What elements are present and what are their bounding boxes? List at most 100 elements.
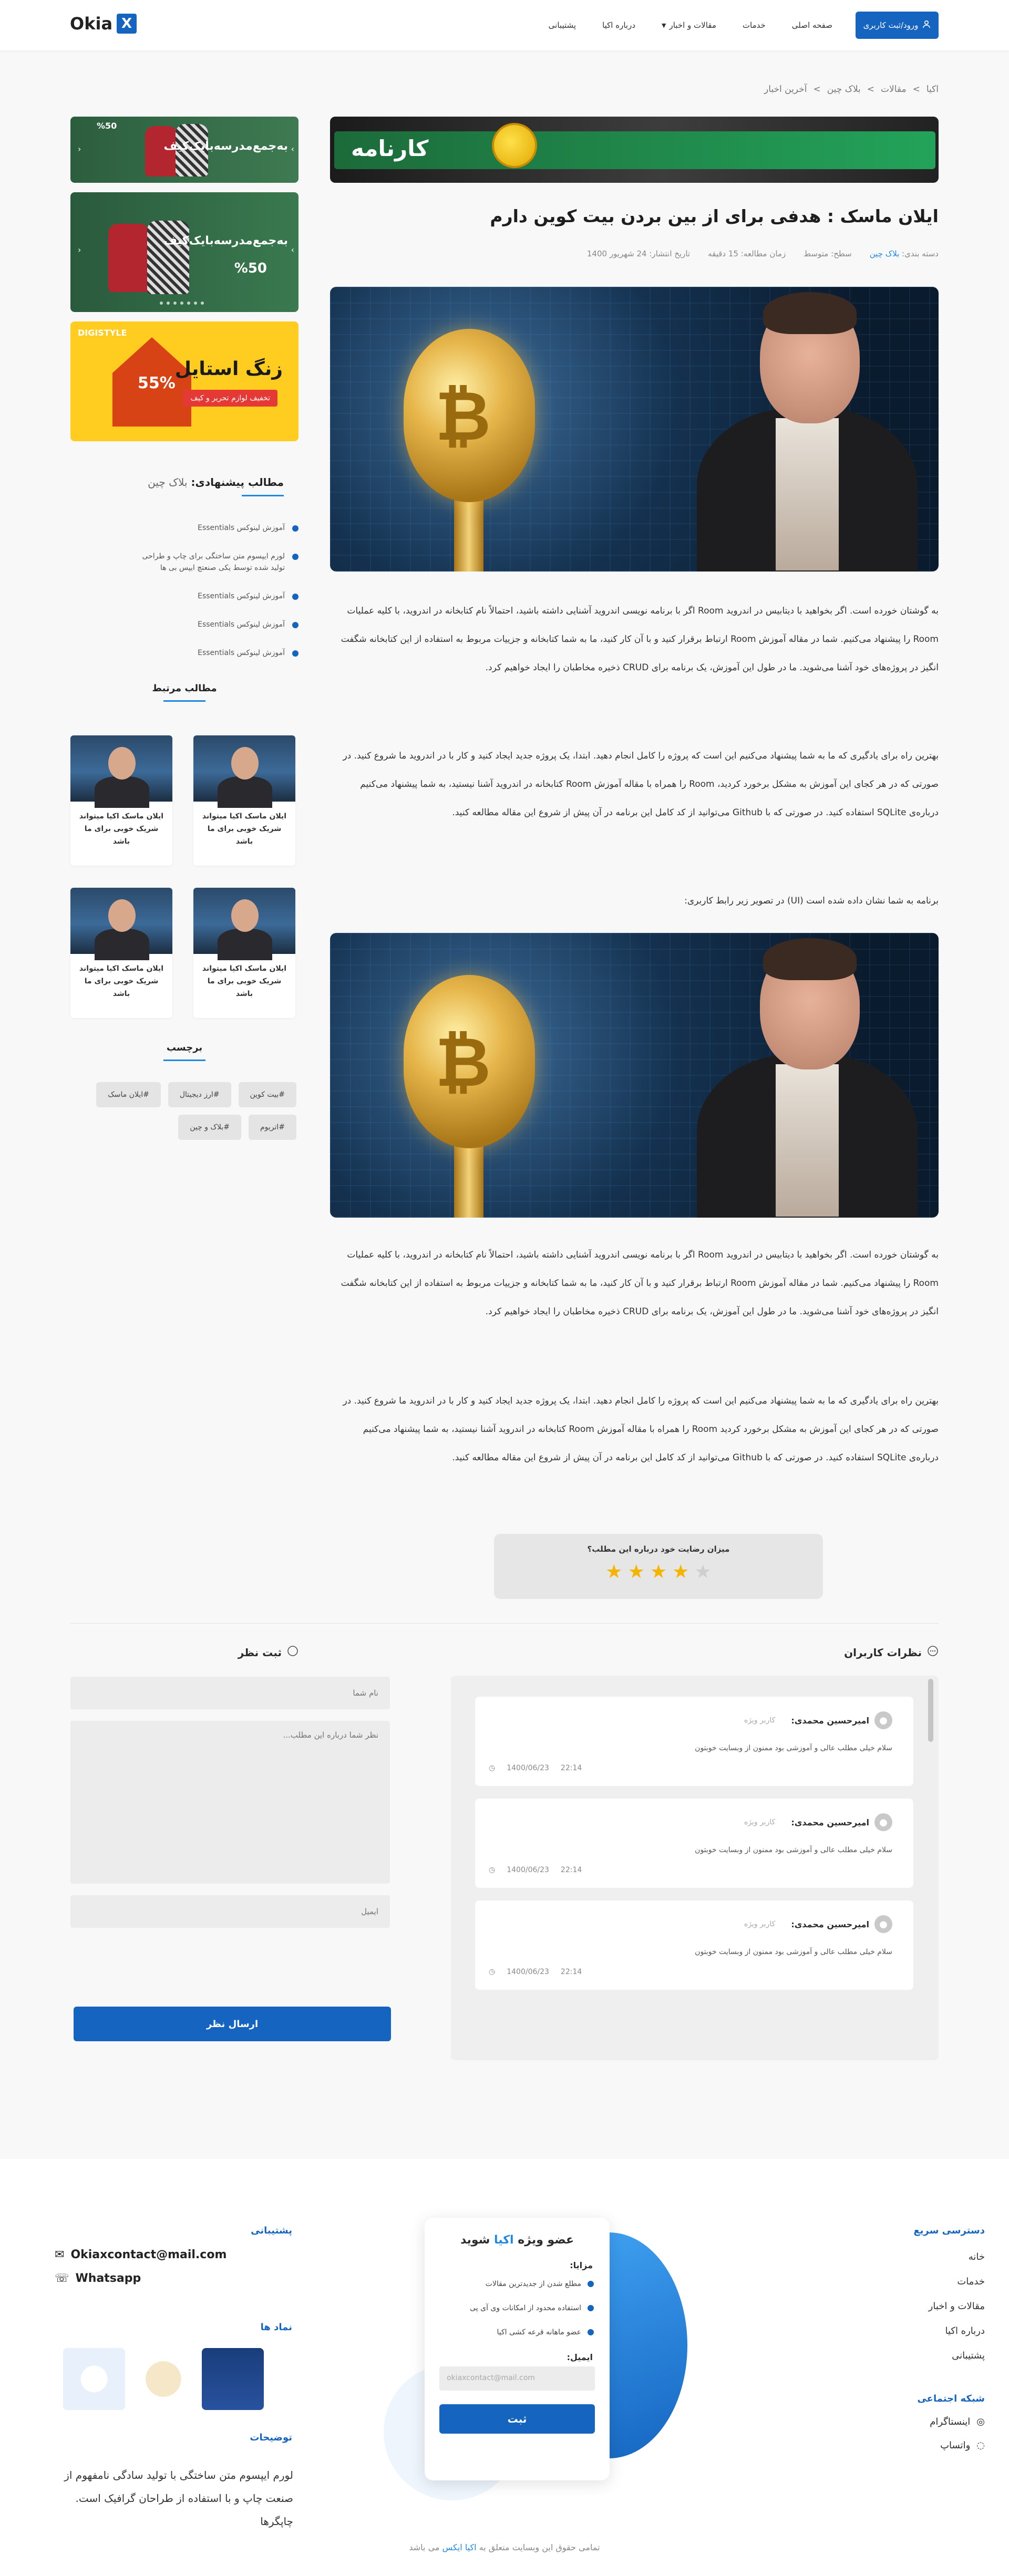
samandehi-badge[interactable] [132,2348,194,2410]
bullet-icon [292,622,298,628]
breadcrumb-blockchain[interactable]: بلاک چین [827,84,861,95]
footer-link-home[interactable]: خانه [929,2251,985,2262]
suggested-item[interactable]: لورم ایپسوم متن ساختگی برای چاپ و طراحی … [70,550,298,574]
quick-links: خانه خدمات مقالات و اخبار درباره اکیا پش… [929,2251,985,2375]
bullet-icon [292,525,298,532]
support-whatsapp-label: Whatsapp [75,2272,141,2285]
backpack-red [108,224,149,292]
article-paragraph-1: به گوشتان خورده است. اگر بخواهید با دیتا… [341,606,939,673]
chevron-left-icon[interactable]: ‹ [78,245,81,255]
tag-chip[interactable]: #اتریوم [248,1115,296,1140]
related-card[interactable]: ایلان ماسک اکیا میتواند شریک خوبی برای م… [193,735,295,866]
chevron-right-icon[interactable]: › [291,144,294,154]
star-icon[interactable]: ★ [672,1561,689,1583]
star-icon[interactable]: ★ [694,1561,711,1583]
benefit-label: مطلع شدن از جدیدترین مقالات [485,2280,581,2288]
bullet-icon [588,2281,594,2287]
social-instagram[interactable]: ◎ اینستاگرام [930,2416,985,2427]
newsletter-submit-button[interactable]: ثبت [439,2404,595,2434]
related-card[interactable]: ایلان ماسک اکیا میتواند شریک خوبی برای م… [70,888,172,1018]
chevron-left-icon[interactable]: ‹ [78,144,81,154]
heading-underline [163,700,205,702]
breadcrumb-latest[interactable]: آخرین اخبار [764,84,807,95]
rating-stars[interactable]: ★ ★ ★ ★ ★ [494,1561,823,1583]
nav-articles[interactable]: مقالات و اخبار ▼ [662,16,716,35]
footer-link-services[interactable]: خدمات [929,2276,985,2287]
nav-services[interactable]: خدمات [743,16,766,35]
suggested-item[interactable]: آموزش لینوکس Essentials [70,522,298,534]
breadcrumb-sep: > [867,84,875,95]
banner3-cta: تخفیف لوازم تحریر و کیف [183,390,277,407]
enamad-badge[interactable] [63,2348,125,2410]
card-image [70,888,172,960]
support-whatsapp[interactable]: ☏ Whatsapp [55,2272,226,2285]
sidebar-banner-2[interactable]: به‌جمع‌مدرسه‌بایک‌کیف %50 ‹ › [70,192,298,312]
comment-date: 1400/06/23 [507,1764,549,1772]
suggested-item[interactable]: آموزش لینوکس Essentials [70,647,298,659]
support-email[interactable]: ✉ Okiaxcontact@mail.com [55,2248,226,2261]
tag-chip[interactable]: #ایلان ماسک [96,1082,161,1107]
site-logo[interactable]: Okia X [70,14,137,34]
suggested-item[interactable]: آموزش لینوکس Essentials [70,590,298,602]
login-button[interactable]: ورود/ثبت کاربری [856,12,939,39]
newsletter-card: عضو ویژه اکیا شوید مزایا: مطلع شدن از جد… [425,2218,610,2480]
related-card[interactable]: ایلان ماسک اکیا میتواند شریک خوبی برای م… [70,735,172,866]
suggested-item-label: آموزش لینوکس Essentials [198,524,285,532]
comment-text: سلام خیلی مطلب عالی و آموزشی بود ممنون ا… [695,1948,892,1956]
top-ad-banner[interactable]: کارنامه [330,117,939,183]
comment-role: کاربر ویژه [744,1818,776,1826]
footer-link-support[interactable]: پشتیبانی [929,2350,985,2361]
email-input[interactable] [70,1895,390,1928]
name-input[interactable] [70,1677,390,1709]
bullet-icon [588,2329,594,2335]
breadcrumb-sep: > [912,84,920,95]
nav-about[interactable]: درباره اکیا [602,16,635,35]
suggested-item-label: آموزش لینوکس Essentials [198,620,285,629]
tag-chip[interactable]: #بلاک و چین [178,1115,241,1140]
related-card[interactable]: ایلان ماسک اکیا میتواند شریک خوبی برای م… [193,888,295,1018]
footer-link-about[interactable]: درباره اکیا [929,2325,985,2336]
banner2-text: به‌جمع‌مدرسه‌بایک‌کیف [163,234,289,247]
star-icon[interactable]: ★ [628,1561,645,1583]
sidebar-banner-3[interactable]: DIGISTYLE 55% زنگ استایل تخفیف لوازم تحر… [70,321,298,441]
comment-textarea[interactable] [70,1721,390,1884]
tag-chip[interactable]: #بیت کوین [238,1082,296,1107]
breadcrumb-articles[interactable]: مقالات [881,84,907,95]
breadcrumb-home[interactable]: اکیا [926,84,939,95]
footer-link-articles[interactable]: مقالات و اخبار [929,2301,985,2312]
newsletter-email-input[interactable]: okiaxcontact@mail.com [439,2366,595,2391]
suggested-item-label: لورم ایپسوم متن ساختگی برای چاپ و طراحی … [142,552,285,572]
carousel-dots[interactable] [160,302,204,305]
star-icon[interactable]: ★ [650,1561,667,1583]
comments-scrollbar[interactable] [928,1679,933,1742]
social-whatsapp[interactable]: ◌ واتساپ [930,2440,985,2451]
meta-category-link[interactable]: بلاک چین [870,249,900,258]
nav-support[interactable]: پشتیبانی [549,16,576,35]
trust-badges [63,2348,264,2410]
copyright-brand[interactable]: اکیا ایکس [442,2542,477,2552]
star-icon[interactable]: ★ [605,1561,622,1583]
suggested-item[interactable]: آموزش لینوکس Essentials [70,619,298,630]
bitcoin-coin: ₿ [404,975,535,1148]
tag-chip[interactable]: #ارز دیجیتال [168,1082,231,1107]
sidebar-banner-1[interactable]: به‌جمع‌مدرسه‌بایک‌کیف %50 ‹ › [70,117,298,183]
bullet-icon [292,554,298,560]
nav-home[interactable]: صفحه اصلی [792,16,832,35]
main-nav: صفحه اصلی خدمات مقالات و اخبار ▼ درباره ا… [549,16,832,35]
comment-text: سلام خیلی مطلب عالی و آموزشی بود ممنون ا… [695,1744,892,1752]
chevron-down-icon: ▼ [662,22,666,29]
card-title: ایلان ماسک اکیا میتواند شریک خوبی برای م… [202,964,287,998]
rating-question: میزان رضایت خود درباره این مطلب؟ [587,1544,730,1554]
tags-list: #بیت کوین #ارز دیجیتال #ایلان ماسک #اتری… [81,1082,296,1140]
chevron-right-icon[interactable]: › [291,245,294,255]
etehadieh-badge[interactable] [202,2348,264,2410]
comment-time: 22:14 [560,1968,582,1976]
article-image-2: ₿ [330,933,939,1218]
card-title: ایلان ماسک اکیا میتواند شریک خوبی برای م… [79,964,164,998]
nav-support-label: پشتیبانی [548,20,576,30]
social-whatsapp-label: واتساپ [940,2440,971,2451]
user-avatar-icon: ● [874,1915,892,1933]
copyright-a: تمامی حقوق این وبسایت متعلق به [479,2542,600,2552]
social-instagram-label: اینستاگرام [930,2416,971,2427]
submit-comment-button[interactable]: ارسال نظر [74,2007,391,2041]
